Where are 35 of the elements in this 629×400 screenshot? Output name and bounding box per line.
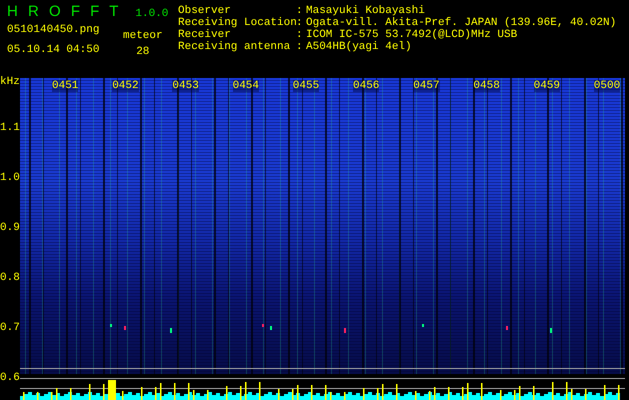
meteor-label: meteor (123, 30, 163, 42)
file-name: 0510140450.png (7, 24, 100, 36)
time-label: 0451 (52, 80, 78, 92)
time-label: 0456 (353, 80, 380, 92)
time-label: 0452 (112, 80, 139, 92)
info-label: Receiving Location (178, 17, 294, 29)
axis-unit: kHz (0, 76, 20, 88)
date-time: 05.10.14 04:50 (7, 44, 100, 56)
info-separator: : (296, 5, 304, 17)
time-label: 0459 (534, 80, 560, 92)
time-label: 0453 (172, 80, 199, 92)
axis-label: 0.7 (0, 322, 20, 334)
info-value: ICOM IC-575 53.7492(@LCD)MHz USB (306, 29, 518, 41)
info-value: Ogata-vill. Akita-Pref. JAPAN (139.96E, 40.02N) (306, 17, 616, 29)
axis-label: 1.0 (0, 172, 20, 184)
info-separator: : (296, 29, 304, 41)
info-label: Observer (178, 5, 232, 17)
axis-label: 1.1 (0, 122, 20, 134)
time-label: 0454 (232, 80, 259, 92)
app-name: H R O F F T (7, 3, 122, 20)
axis-label: 0.8 (0, 272, 20, 284)
info-separator: : (296, 17, 304, 29)
axis-label: 0.9 (0, 222, 20, 234)
time-label: 0458 (473, 80, 500, 92)
time-label: 0455 (292, 80, 320, 92)
info-value: Masayuki Kobayashi (306, 5, 426, 17)
info-value: A504HB(yagi 4el) (306, 41, 413, 53)
time-label: 0500 (594, 80, 620, 92)
time-label: 0457 (413, 80, 440, 92)
app-version: 1.0.0 (135, 8, 168, 20)
info-label: Receiving antenna (178, 41, 292, 53)
info-separator: : (296, 41, 304, 53)
meteor-count: 28 (136, 46, 150, 58)
info-label: Receiver (178, 29, 232, 41)
axis-label: 0.6 (0, 372, 20, 384)
